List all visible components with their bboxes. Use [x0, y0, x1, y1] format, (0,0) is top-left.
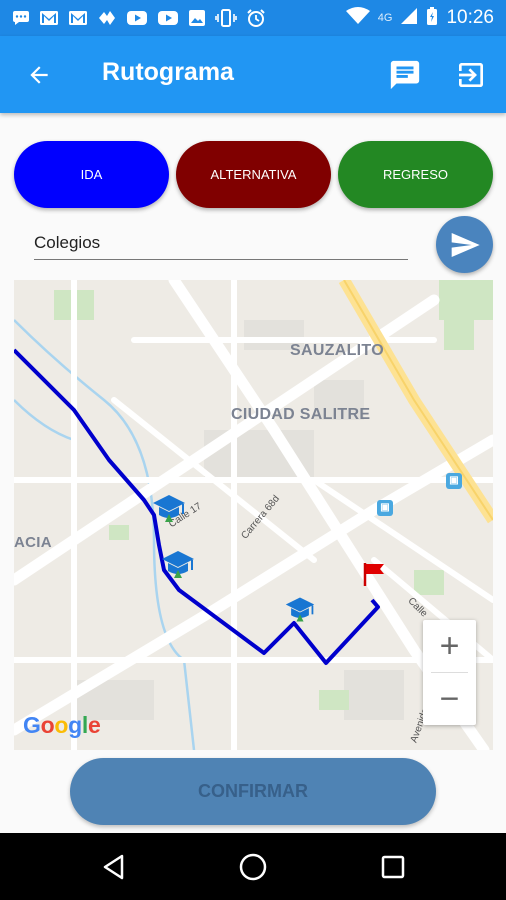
zoom-in-button[interactable]: + — [423, 620, 476, 672]
alternativa-button[interactable]: ALTERNATIVA — [176, 141, 331, 208]
signal-icon — [400, 7, 418, 30]
map-label-partial: ACIA — [14, 534, 52, 551]
school-marker[interactable] — [151, 490, 187, 526]
nav-back-button[interactable] — [94, 847, 134, 887]
clock: 10:26 — [446, 7, 494, 28]
notification-icons — [12, 8, 266, 28]
chat-icon — [390, 60, 420, 90]
school-marker[interactable] — [284, 593, 320, 629]
circle-home-icon — [239, 853, 267, 881]
chat-button[interactable] — [386, 56, 424, 94]
nav-recents-button[interactable] — [373, 847, 413, 887]
vibrate-icon — [215, 9, 237, 27]
battery-icon — [426, 6, 438, 31]
destination-input[interactable] — [34, 230, 408, 260]
send-button[interactable] — [436, 216, 493, 273]
image-icon — [188, 9, 206, 27]
message-icon — [12, 10, 30, 26]
flag-icon — [363, 563, 384, 586]
transit-icon: ▣ — [446, 473, 462, 489]
regreso-button[interactable]: REGRESO — [338, 141, 493, 208]
back-button[interactable] — [22, 58, 56, 92]
page-title: Rutograma — [102, 58, 234, 86]
map-label-sauzalito: SAUZALITO — [290, 342, 384, 359]
app-icon — [97, 9, 117, 27]
arrow-back-icon — [30, 66, 48, 84]
wifi-icon — [345, 6, 370, 30]
school-marker[interactable] — [160, 546, 196, 582]
map-label-ciudad-salitre: CIUDAD SALITRE — [231, 406, 371, 423]
nav-home-button[interactable] — [233, 847, 273, 887]
destination-marker[interactable] — [362, 561, 388, 587]
system-nav-bar — [0, 833, 506, 900]
square-recents-icon — [381, 855, 405, 879]
confirm-button[interactable]: CONFIRMAR — [70, 758, 436, 825]
zoom-out-button[interactable]: − — [423, 673, 476, 725]
exit-button[interactable] — [452, 56, 490, 94]
youtube-icon — [126, 10, 148, 26]
google-logo: Google — [23, 712, 101, 738]
send-icon — [451, 232, 480, 257]
exit-icon — [459, 63, 483, 87]
transit-icon: ▣ — [377, 500, 393, 516]
map-view[interactable]: SAUZALITO CIUDAD SALITRE ACIA Calle 17 C… — [14, 280, 493, 750]
school-icon — [162, 551, 194, 578]
status-bar: 4G 10:26 — [0, 0, 506, 36]
gmail-icon — [39, 10, 59, 26]
zoom-controls: + − — [423, 620, 476, 725]
youtube-icon — [157, 10, 179, 26]
status-right: 4G 10:26 — [345, 6, 494, 31]
ida-button[interactable]: IDA — [14, 141, 169, 208]
map-background — [14, 280, 493, 750]
school-icon — [153, 495, 185, 522]
gmail-icon — [68, 10, 88, 26]
app-bar: Rutograma — [0, 36, 506, 113]
school-icon — [285, 597, 315, 622]
triangle-back-icon — [103, 854, 124, 880]
network-type: 4G — [377, 12, 393, 24]
alarm-icon — [246, 8, 266, 28]
